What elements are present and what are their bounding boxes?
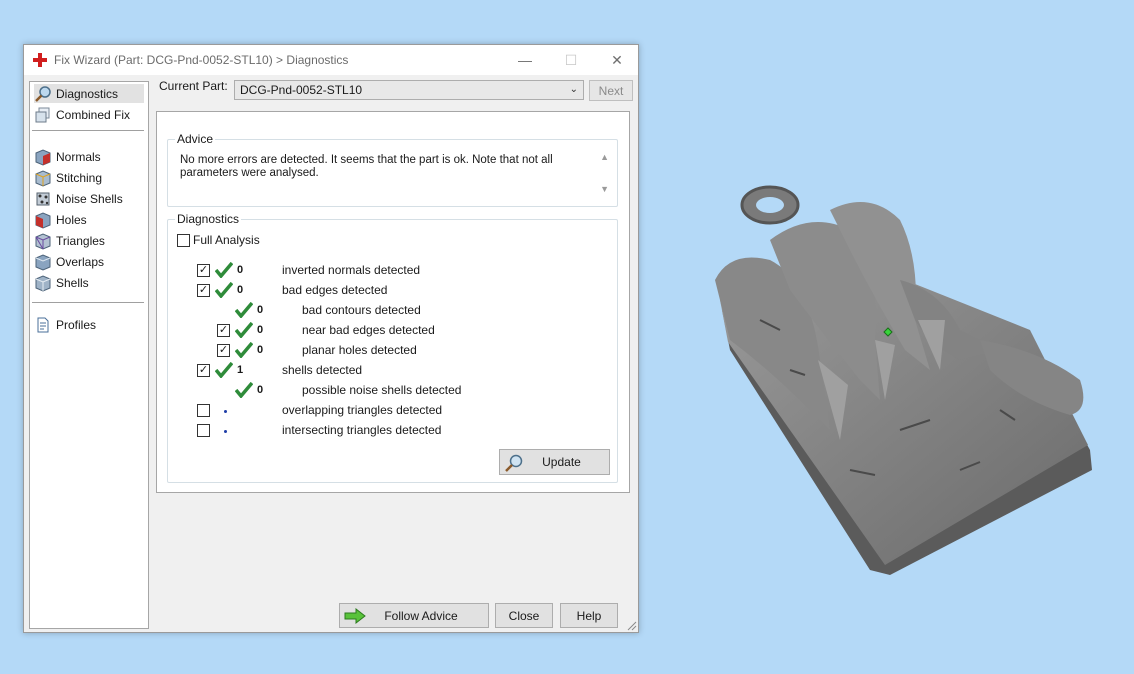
- resize-grip-icon[interactable]: [625, 619, 637, 631]
- diagnostics-title: Diagnostics: [175, 212, 242, 226]
- maximize-button[interactable]: ☐: [548, 45, 594, 75]
- overlapping-triangles-label: overlapping triangles detected: [282, 403, 443, 417]
- bad-edges-label: bad edges detected: [282, 283, 388, 297]
- full-analysis-checkbox[interactable]: [177, 234, 190, 247]
- planar-holes-label: planar holes detected: [302, 343, 417, 357]
- update-button[interactable]: Update: [499, 449, 610, 475]
- sidebar-item-holes[interactable]: Holes: [34, 210, 144, 229]
- sidebar-item-diagnostics[interactable]: Diagnostics: [34, 84, 144, 103]
- shells-cube-icon: [35, 274, 51, 292]
- scroll-up-icon[interactable]: ▲: [600, 152, 609, 162]
- full-analysis-label: Full Analysis: [193, 233, 260, 247]
- green-check-icon: [215, 282, 233, 298]
- follow-advice-button[interactable]: Follow Advice: [339, 603, 489, 628]
- 3d-pendant-model[interactable]: [700, 170, 1100, 590]
- green-check-icon: [235, 342, 253, 358]
- green-check-icon: [215, 362, 233, 378]
- shells-label: shells detected: [282, 363, 363, 377]
- bad-edges-count: 0: [237, 284, 244, 296]
- current-part-label: Current Part:: [159, 79, 228, 93]
- intersecting-triangles-checkbox[interactable]: [197, 424, 210, 437]
- fix-wizard-window: Fix Wizard (Part: DCG-Pnd-0052-STL10) > …: [23, 44, 639, 633]
- near-bad-edges-checkbox[interactable]: ✓: [217, 324, 230, 337]
- diagnostics-group: Diagnostics Full Analysis ✓ 0 inverted n…: [167, 212, 618, 483]
- sidebar-item-stitching[interactable]: Stitching: [34, 168, 144, 187]
- noise-shells-count: 0: [257, 384, 264, 396]
- near-bad-edges-label: near bad edges detected: [302, 323, 435, 337]
- scroll-down-icon[interactable]: ▼: [600, 184, 609, 194]
- sidebar-item-profiles[interactable]: Profiles: [34, 315, 144, 334]
- help-button[interactable]: Help: [560, 603, 618, 628]
- not-analysed-dot-icon: [224, 430, 227, 433]
- advice-group: Advice No more errors are detected. It s…: [167, 132, 618, 207]
- document-icon: [37, 317, 49, 332]
- current-part-value: DCG-Pnd-0052-STL10: [240, 83, 363, 97]
- close-window-button[interactable]: ✕: [594, 45, 640, 75]
- sidebar-item-triangles[interactable]: Triangles: [34, 231, 144, 250]
- normals-cube-icon: [35, 148, 51, 166]
- green-check-icon: [235, 322, 253, 338]
- planar-holes-checkbox[interactable]: ✓: [217, 344, 230, 357]
- intersecting-triangles-label: intersecting triangles detected: [282, 423, 442, 437]
- advice-text: No more errors are detected. It seems th…: [180, 154, 553, 179]
- minimize-button[interactable]: —: [502, 45, 548, 75]
- sidebar-item-normals[interactable]: Normals: [34, 147, 144, 166]
- sidebar: Diagnostics Combined Fix Normals Stitchi…: [29, 81, 149, 629]
- bad-contours-label: bad contours detected: [302, 303, 421, 317]
- current-part-select[interactable]: DCG-Pnd-0052-STL10 ⌄: [234, 80, 584, 100]
- shells-count: 1: [237, 364, 244, 376]
- sidebar-item-combined-fix[interactable]: Combined Fix: [34, 105, 144, 124]
- advice-title: Advice: [175, 132, 216, 146]
- green-check-icon: [235, 382, 253, 398]
- noise-shells-label: possible noise shells detected: [302, 383, 462, 397]
- green-arrow-icon: [344, 608, 366, 624]
- chevron-down-icon: ⌄: [569, 84, 578, 95]
- green-check-icon: [235, 302, 253, 318]
- triangles-cube-icon: [35, 232, 51, 250]
- bad-contours-count: 0: [257, 304, 264, 316]
- overlapping-triangles-checkbox[interactable]: [197, 404, 210, 417]
- stitching-cube-icon: [35, 169, 51, 187]
- inverted-normals-label: inverted normals detected: [282, 263, 421, 277]
- green-check-icon: [215, 262, 233, 278]
- window-title: Fix Wizard (Part: DCG-Pnd-0052-STL10) > …: [54, 53, 349, 67]
- planar-holes-count: 0: [257, 344, 264, 356]
- magnifier-icon: [505, 454, 523, 472]
- cubes-icon: [35, 107, 50, 122]
- noise-shells-icon: [36, 192, 50, 205]
- magnifier-icon: [35, 85, 51, 102]
- bad-edges-checkbox[interactable]: ✓: [197, 284, 210, 297]
- red-cross-icon: [33, 53, 47, 67]
- next-button[interactable]: Next: [589, 80, 633, 101]
- inverted-normals-checkbox[interactable]: ✓: [197, 264, 210, 277]
- holes-cube-icon: [35, 211, 51, 229]
- not-analysed-dot-icon: [224, 410, 227, 413]
- near-bad-edges-count: 0: [257, 324, 264, 336]
- shells-checkbox[interactable]: ✓: [197, 364, 210, 377]
- sidebar-item-shells[interactable]: Shells: [34, 273, 144, 292]
- sidebar-item-noise-shells[interactable]: Noise Shells: [34, 189, 144, 208]
- overlaps-cube-icon: [35, 253, 51, 271]
- sidebar-item-overlaps[interactable]: Overlaps: [34, 252, 144, 271]
- inverted-normals-count: 0: [237, 264, 244, 276]
- title-bar[interactable]: Fix Wizard (Part: DCG-Pnd-0052-STL10) > …: [24, 45, 638, 75]
- close-button[interactable]: Close: [495, 603, 553, 628]
- main-panel: Advice No more errors are detected. It s…: [156, 111, 630, 493]
